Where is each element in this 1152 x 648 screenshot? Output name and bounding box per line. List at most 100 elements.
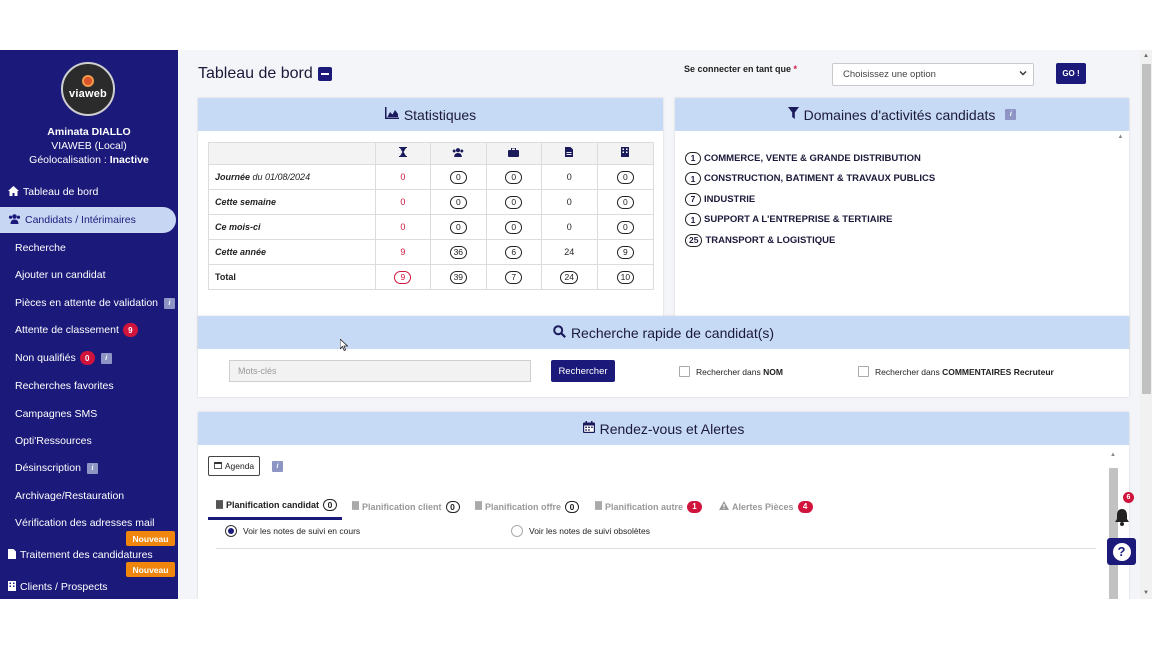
sidebar-item-favorite-searches[interactable]: Recherches favorites	[0, 373, 178, 399]
info-icon[interactable]: i	[272, 461, 283, 472]
stat-value[interactable]: 10	[616, 270, 635, 284]
chevron-down-icon	[1019, 69, 1027, 79]
stat-cell[interactable]: 0	[485, 164, 542, 190]
stat-cell[interactable]: 24	[540, 264, 598, 290]
info-icon[interactable]: i	[100, 352, 112, 364]
stat-cell[interactable]: 0	[485, 189, 542, 215]
agenda-button[interactable]: Agenda	[208, 456, 260, 476]
tab-planification-autre[interactable]: Planification autre 1	[595, 493, 703, 520]
radio-button[interactable]	[511, 525, 523, 537]
user-organisation: VIAWEB (Local)	[51, 140, 127, 152]
stat-value[interactable]: 6	[505, 245, 523, 259]
sidebar-item-unsubscribe[interactable]: Désinscription i	[0, 455, 178, 481]
sidebar-item-sms-campaigns[interactable]: Campagnes SMS	[0, 401, 178, 427]
sidebar-item-search[interactable]: Recherche	[0, 235, 178, 261]
help-button[interactable]: ?	[1107, 538, 1136, 565]
go-button[interactable]: GO !	[1056, 63, 1086, 84]
stat-value: 24	[540, 239, 598, 265]
stat-value[interactable]: 0	[616, 195, 634, 209]
domain-item[interactable]: 1 CONSTRUCTION, BATIMENT & TRAVAUX PUBLIC…	[685, 169, 935, 190]
sidebar-item-pending-documents[interactable]: Pièces en attente de validation i	[0, 290, 178, 316]
stat-cell[interactable]: 0	[485, 214, 542, 240]
domain-count: 7	[685, 192, 701, 206]
sidebar-item-archive[interactable]: Archivage/Restauration	[0, 483, 178, 509]
stat-value[interactable]: 9	[616, 245, 634, 259]
bell-icon[interactable]	[1114, 508, 1130, 526]
stat-value[interactable]: 0	[449, 220, 467, 234]
login-as-select[interactable]: Choisissez une option	[832, 63, 1034, 86]
stat-value[interactable]: 0	[616, 170, 634, 184]
building-icon	[595, 501, 602, 512]
checkbox-box[interactable]	[858, 366, 869, 377]
stat-cell[interactable]: 0	[429, 189, 487, 215]
sidebar-item-dashboard[interactable]: Tableau de bord	[0, 179, 178, 205]
stat-value[interactable]: 39	[449, 270, 468, 284]
stat-value[interactable]: 24	[560, 270, 578, 284]
scroll-up-icon[interactable]: ▲	[1108, 452, 1118, 458]
info-icon[interactable]: i	[164, 297, 176, 309]
tab-alertes-pieces[interactable]: Alertes Pièces 4	[719, 493, 813, 520]
quick-search-header: Recherche rapide de candidat(s)	[198, 316, 1129, 349]
domain-label: INDUSTRIE	[704, 193, 756, 205]
scrollbar-thumb[interactable]	[1142, 64, 1151, 394]
search-in-comments-checkbox[interactable]: Rechercher dans COMMENTAIRES Recruteur	[858, 366, 1054, 377]
collapse-icon[interactable]	[317, 67, 332, 81]
radio-button[interactable]	[225, 525, 237, 537]
stat-value[interactable]: 0	[505, 170, 523, 184]
stat-value[interactable]: 0	[505, 195, 523, 209]
radio-current-notes[interactable]: Voir les notes de suivi en cours	[225, 525, 360, 537]
stat-cell[interactable]: 7	[485, 264, 542, 290]
stat-cell[interactable]: 0	[596, 189, 655, 215]
sidebar-item-unqualified[interactable]: Non qualifiés 0 i	[0, 345, 178, 371]
stat-value[interactable]: 0	[449, 195, 467, 209]
info-icon[interactable]: i	[1005, 109, 1017, 120]
tab-planification-offre[interactable]: Planification offre 0	[475, 493, 580, 520]
stat-value: 0	[540, 214, 598, 240]
stat-value[interactable]: 0	[616, 220, 634, 234]
stat-cell[interactable]: 6	[485, 239, 542, 265]
info-icon[interactable]: i	[86, 462, 98, 474]
keywords-input[interactable]: Mots-clés	[229, 360, 531, 382]
stat-cell[interactable]: 10	[596, 264, 655, 290]
scroll-down-icon[interactable]: ▼	[1143, 590, 1149, 596]
stat-value[interactable]: 9	[394, 270, 412, 284]
row-label: Cette semaine	[208, 189, 376, 215]
sidebar-item-opti-ressources[interactable]: Opti'Ressources	[0, 428, 178, 454]
scroll-up-icon[interactable]: ▲	[1116, 134, 1125, 140]
radio-obsolete-notes[interactable]: Voir les notes de suivi obsolètes	[511, 525, 650, 537]
sidebar-item-add-candidate[interactable]: Ajouter un candidat	[0, 262, 178, 288]
scroll-up-icon[interactable]: ▲	[1143, 53, 1149, 59]
search-in-name-checkbox[interactable]: Rechercher dans NOM	[679, 366, 783, 377]
stat-cell[interactable]: 0	[596, 164, 655, 190]
domain-item[interactable]: 1 COMMERCE, VENTE & GRANDE DISTRIBUTION	[685, 148, 935, 169]
checkbox-box[interactable]	[679, 366, 690, 377]
tab-planification-candidat[interactable]: Planification candidat 0	[208, 493, 342, 520]
stat-cell[interactable]: 36	[429, 239, 487, 265]
building-icon	[216, 499, 223, 511]
planning-tabs: Planification candidat 0 Planification c…	[208, 493, 1098, 520]
sidebar-item-waiting-ranking[interactable]: Attente de classement 9	[0, 317, 178, 343]
search-button[interactable]: Rechercher	[551, 360, 615, 382]
page-scrollbar[interactable]: ▲ ▼	[1140, 50, 1152, 599]
statistics-row-total: Total 9 39 7 24 10	[208, 264, 655, 290]
sidebar-item-candidates[interactable]: Candidats / Intérimaires	[0, 207, 176, 233]
stat-value[interactable]: 36	[449, 245, 468, 259]
stat-cell[interactable]: 39	[429, 264, 487, 290]
domain-item[interactable]: 25 TRANSPORT & LOGISTIQUE	[685, 230, 935, 251]
scrollbar-thumb[interactable]	[1109, 468, 1118, 599]
company-logo[interactable]: viaweb	[61, 62, 115, 116]
stat-value[interactable]: 7	[505, 270, 523, 284]
tab-planification-client[interactable]: Planification client 0	[352, 493, 460, 520]
stat-cell[interactable]: 0	[429, 214, 487, 240]
sidebar-item-clients[interactable]: Clients / Prospects	[0, 574, 178, 599]
stat-cell[interactable]: 9	[596, 239, 655, 265]
stat-cell[interactable]: 0	[429, 164, 487, 190]
stat-value[interactable]: 0	[505, 220, 523, 234]
domain-item[interactable]: 1 SUPPORT A L'ENTREPRISE & TERTIAIRE	[685, 210, 935, 231]
stat-cell[interactable]: 0	[596, 214, 655, 240]
domain-item[interactable]: 7 INDUSTRIE	[685, 189, 935, 210]
stat-value[interactable]: 0	[449, 170, 467, 184]
stat-cell[interactable]: 9	[375, 264, 431, 290]
tab-count: 1	[687, 500, 703, 513]
search-icon	[553, 324, 566, 341]
